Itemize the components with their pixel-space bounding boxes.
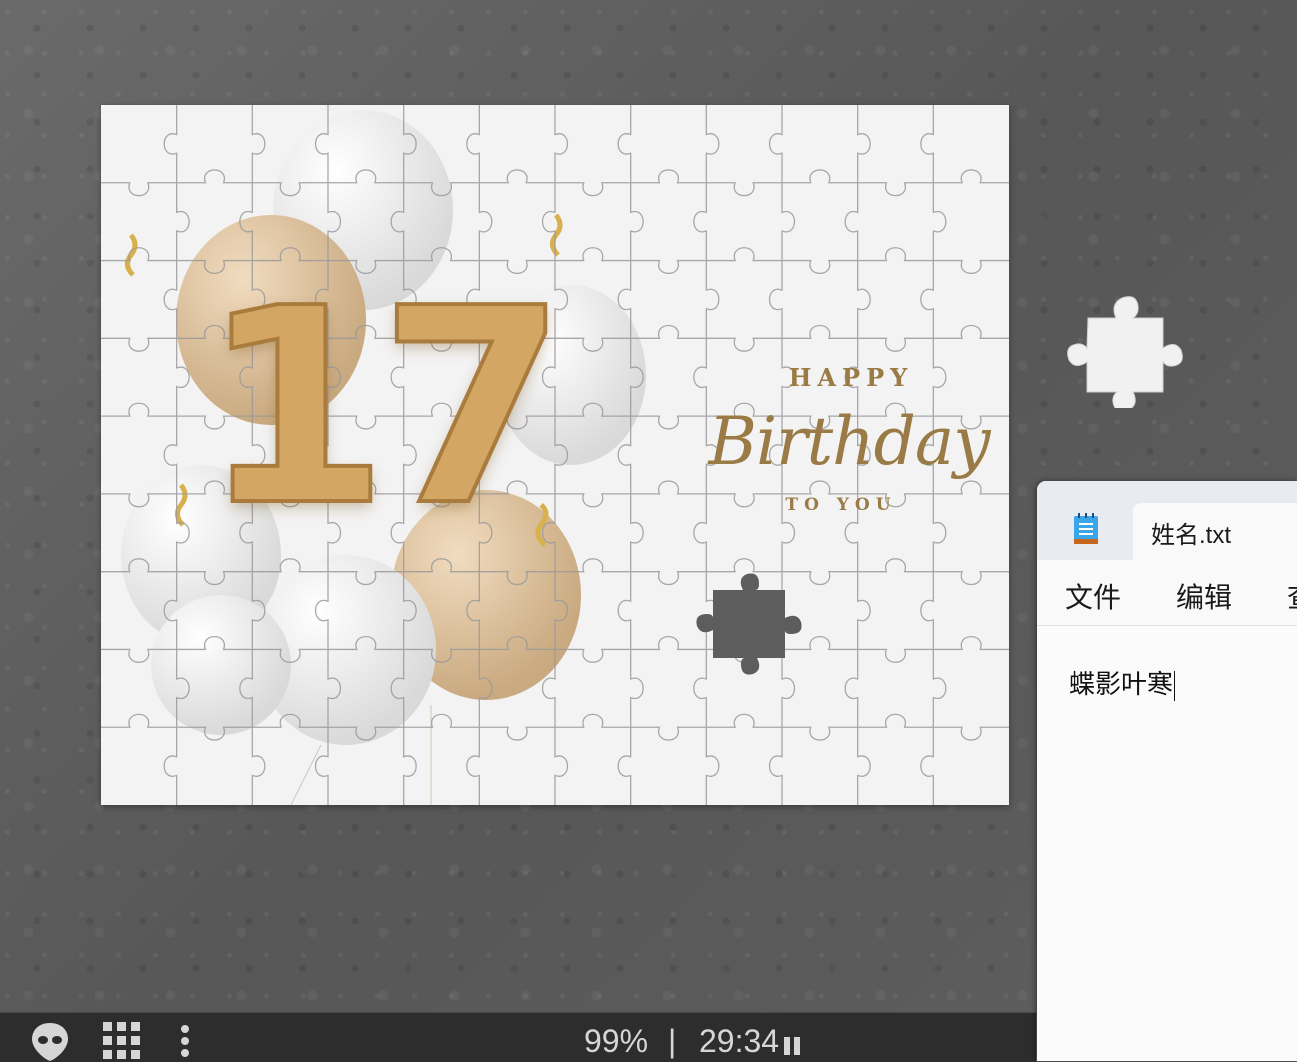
timer: 29:34 [699,1023,780,1059]
loose-puzzle-piece[interactable] [1066,290,1188,408]
menu-view[interactable]: 查 [1287,576,1297,616]
notepad-text-line: 蝶影叶寒 [1069,664,1176,701]
zoom-level: 99% [584,1023,649,1059]
pause-icon[interactable] [783,1035,801,1057]
menu-edit[interactable]: 编辑 [1176,576,1232,616]
alien-head-icon[interactable] [30,1021,70,1061]
happy-text: HAPPY [788,363,914,392]
notepad-window: 姓名.txt 文件 编辑 查 蝶影叶寒 [1037,481,1297,1061]
missing-piece-hole [696,573,802,675]
notepad-tab[interactable]: 姓名.txt [1133,503,1297,560]
birthday-text: Birthday [708,403,990,480]
puzzle-board[interactable]: 17 HAPPY Birthday TO YOU [101,105,1009,805]
puzzle-seam [617,105,644,805]
balloon [151,595,291,735]
notepad-editor[interactable]: 蝶影叶寒 [1037,626,1297,1061]
to-you-text: TO YOU [785,495,897,515]
toolbar-separator: | [668,1023,677,1059]
notepad-content: 蝶影叶寒 [1069,670,1174,700]
menu-file[interactable]: 文件 [1065,576,1121,616]
grid-pieces-icon[interactable] [102,1021,142,1061]
notepad-titlebar[interactable]: 姓名.txt [1037,481,1297,560]
puzzle-toolbar: 99% | 29:34 [0,1012,1036,1062]
more-vertical-icon[interactable] [175,1021,195,1061]
text-caret [1174,670,1176,701]
notepad-app-icon [1074,513,1098,544]
balloon-number: 17 [199,250,569,565]
notepad-tab-title: 姓名.txt [1151,522,1232,549]
notepad-menubar: 文件 编辑 查 [1037,560,1297,626]
